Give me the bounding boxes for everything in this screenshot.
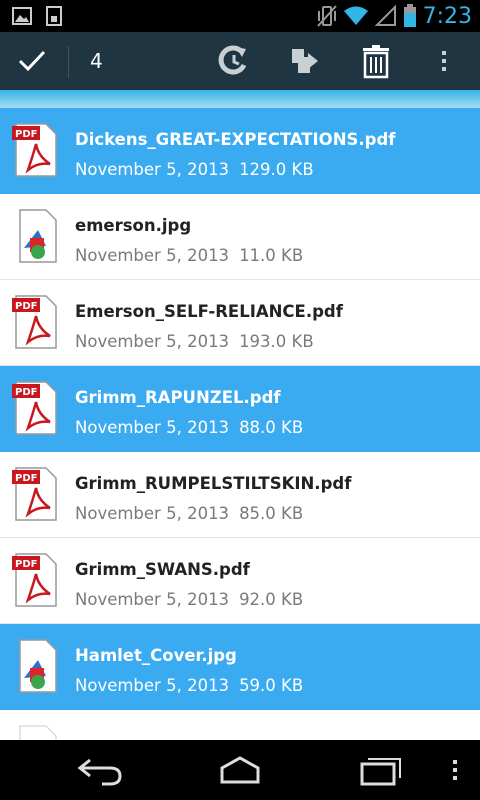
- file-date: November 5, 2013: [75, 676, 230, 695]
- file-size: 129.0 KB: [239, 160, 314, 179]
- wifi-icon: [343, 6, 368, 25]
- file-list[interactable]: PDF Dickens_GREAT-EXPECTATIONS.pdf Novem…: [0, 108, 480, 740]
- image-icon: [12, 7, 32, 25]
- back-icon[interactable]: [76, 752, 124, 788]
- done-check-icon[interactable]: [14, 43, 50, 79]
- file-size: 85.0 KB: [239, 504, 304, 523]
- file-name: emerson.jpg: [75, 216, 192, 235]
- file-name: Hamlet_Cover.jpg: [75, 646, 237, 665]
- sync-icon[interactable]: [216, 43, 252, 79]
- image-file-icon: [19, 209, 57, 263]
- file-date: November 5, 2013: [75, 332, 230, 351]
- file-row[interactable]: PDF Emerson_SELF-RELIANCE.pdf November 5…: [0, 280, 480, 366]
- file-size: 59.0 KB: [239, 676, 304, 695]
- file-size: 11.0 KB: [239, 246, 304, 265]
- file-date: November 5, 2013: [75, 246, 230, 265]
- file-row[interactable]: PDF Grimm_SWANS.pdf November 5, 2013 92.0…: [0, 538, 480, 624]
- file-date: November 5, 2013: [75, 160, 230, 179]
- file-meta: November 5, 2013 92.0 KB: [75, 590, 303, 609]
- signal-icon: [374, 5, 396, 26]
- battery-icon: [403, 4, 416, 27]
- menu-icon[interactable]: [440, 752, 470, 788]
- file-date: November 5, 2013: [75, 590, 230, 609]
- action-bar-divider: [68, 46, 69, 78]
- pdf-file-icon: PDF: [12, 467, 57, 521]
- file-name: Grimm_RAPUNZEL.pdf: [75, 388, 281, 407]
- svg-text:PDF: PDF: [15, 559, 37, 570]
- file-name: Emerson_SELF-RELIANCE.pdf: [75, 302, 343, 321]
- status-bar: 7:23: [0, 0, 480, 32]
- clock: 7:23: [422, 3, 472, 29]
- image-file-icon: [19, 639, 57, 693]
- pdf-file-icon: PDF: [12, 553, 57, 607]
- file-date: November 5, 2013: [75, 418, 230, 437]
- file-meta: November 5, 2013 88.0 KB: [75, 418, 303, 437]
- home-icon[interactable]: [216, 752, 264, 788]
- file-meta: November 5, 2013 11.0 KB: [75, 246, 303, 265]
- file-row[interactable]: PDF Grimm_RUMPELSTILTSKIN.pdf November 5…: [0, 452, 480, 538]
- file-date: November 5, 2013: [75, 504, 230, 523]
- holo-accent-bar: [0, 90, 480, 108]
- svg-text:PDF: PDF: [15, 301, 37, 312]
- svg-text:PDF: PDF: [15, 129, 37, 140]
- pdf-file-icon: PDF: [12, 381, 57, 435]
- pdf-file-icon: PDF: [12, 123, 57, 177]
- selected-count: 4: [90, 49, 103, 73]
- file-row[interactable]: PDF Grimm_RAPUNZEL.pdf November 5, 2013 8…: [0, 366, 480, 452]
- file-name: Grimm_SWANS.pdf: [75, 560, 250, 579]
- file-row-partial[interactable]: [0, 710, 480, 740]
- delete-icon[interactable]: [358, 43, 394, 79]
- file-meta: November 5, 2013 59.0 KB: [75, 676, 303, 695]
- file-meta: November 5, 2013 129.0 KB: [75, 160, 314, 179]
- svg-text:PDF: PDF: [15, 387, 37, 398]
- file-name: Grimm_RUMPELSTILTSKIN.pdf: [75, 474, 352, 493]
- file-meta: November 5, 2013 193.0 KB: [75, 332, 314, 351]
- file-size: 92.0 KB: [239, 590, 304, 609]
- image-file-icon: [19, 725, 57, 740]
- svg-text:PDF: PDF: [15, 473, 37, 484]
- file-meta: November 5, 2013 85.0 KB: [75, 504, 303, 523]
- file-size: 88.0 KB: [239, 418, 304, 437]
- file-size: 193.0 KB: [239, 332, 314, 351]
- sd-card-icon: [46, 6, 62, 26]
- pdf-file-icon: PDF: [12, 295, 57, 349]
- file-row[interactable]: emerson.jpg November 5, 2013 11.0 KB: [0, 194, 480, 280]
- file-row[interactable]: PDF Dickens_GREAT-EXPECTATIONS.pdf Novem…: [0, 108, 480, 194]
- share-icon[interactable]: [288, 43, 324, 79]
- overflow-menu-icon[interactable]: [426, 43, 462, 79]
- file-name: Dickens_GREAT-EXPECTATIONS.pdf: [75, 130, 396, 149]
- file-row[interactable]: Hamlet_Cover.jpg November 5, 2013 59.0 KB: [0, 624, 480, 710]
- recent-apps-icon[interactable]: [356, 752, 404, 788]
- vibrate-icon: [316, 5, 337, 27]
